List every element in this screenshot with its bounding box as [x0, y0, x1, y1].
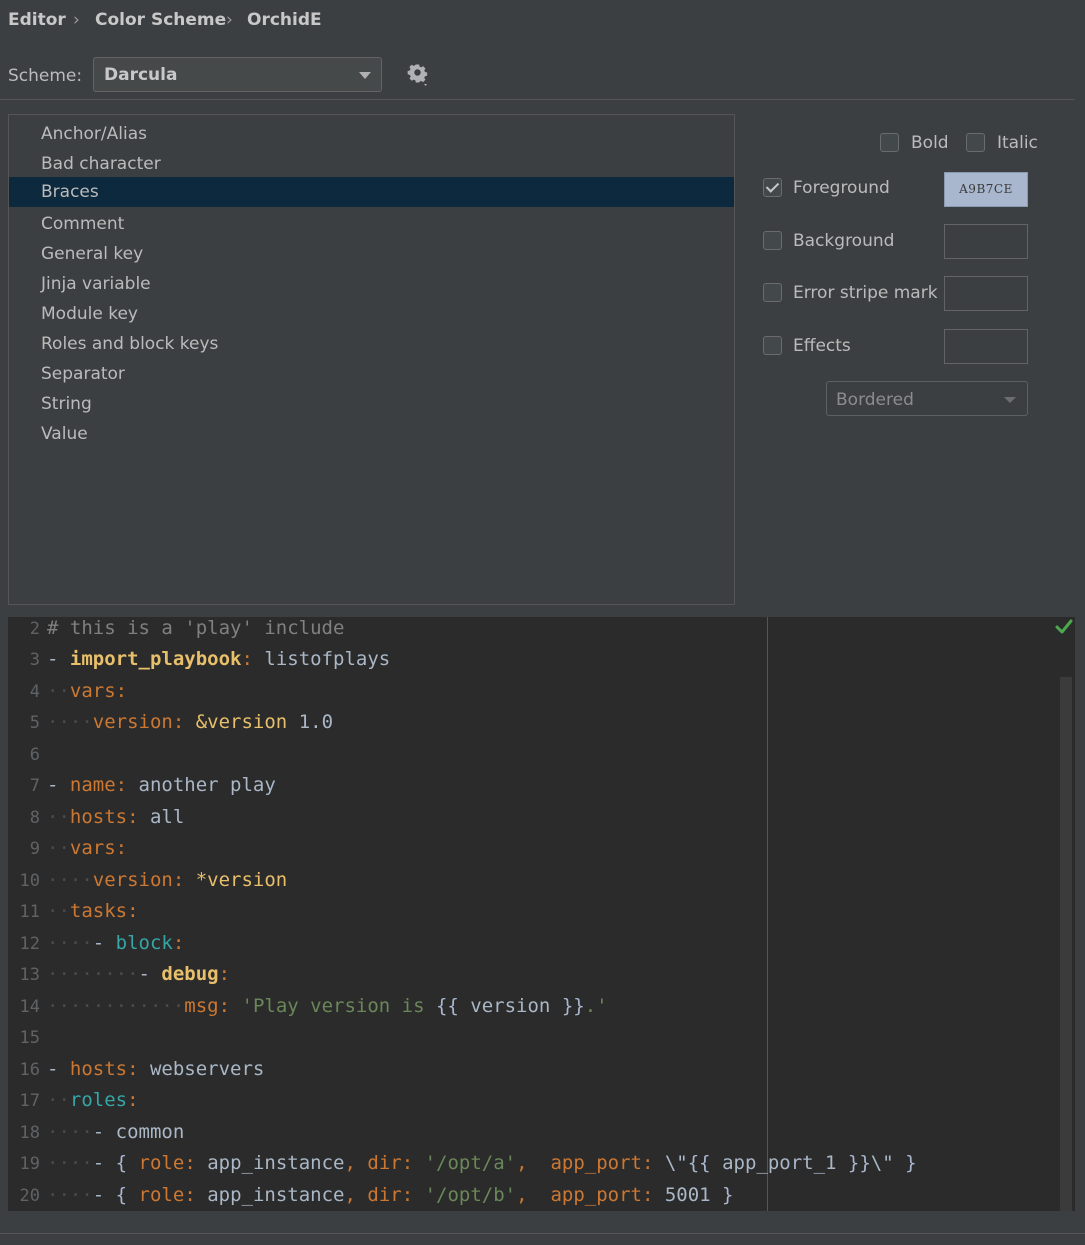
line-number: 5: [29, 713, 40, 733]
code-line: # this is a 'play' include: [47, 617, 344, 639]
chevron-down-icon: [359, 72, 371, 79]
bold-checkbox[interactable]: [880, 133, 899, 152]
code-line: ····- block:: [47, 932, 185, 954]
scrollbar[interactable]: [1060, 677, 1072, 1211]
block-key-token: block: [115, 932, 173, 954]
line-number: 7: [29, 776, 40, 796]
list-item-selected[interactable]: Braces: [9, 177, 734, 207]
bold-label: Bold: [911, 133, 949, 153]
scheme-dropdown-value: Darcula: [104, 65, 178, 85]
breadcrumb-orchide: OrchidE: [247, 10, 322, 30]
breadcrumb-editor[interactable]: Editor: [8, 10, 66, 30]
line-number: 2: [29, 619, 40, 639]
code-line: - import_playbook: listofplays: [47, 648, 391, 670]
code-line: ····version: *version: [47, 869, 288, 891]
breadcrumb-separator: ›: [226, 10, 233, 30]
code-line: ··vars:: [47, 680, 128, 702]
code-line: ········- debug:: [47, 963, 231, 985]
effects-checkbox[interactable]: [763, 336, 782, 355]
breadcrumb-color-scheme[interactable]: Color Scheme: [95, 10, 226, 30]
list-item[interactable]: General key: [9, 239, 734, 269]
line-number: 10: [19, 871, 40, 891]
background-label: Background: [793, 231, 895, 251]
line-number: 18: [19, 1123, 40, 1143]
divider: [0, 1233, 1085, 1234]
list-item[interactable]: Bad character: [9, 149, 734, 179]
divider: [0, 99, 1075, 100]
code-line: ····version: &version 1.0: [47, 711, 334, 733]
list-item[interactable]: String: [9, 389, 734, 419]
chevron-down-icon: [1004, 397, 1016, 403]
list-item[interactable]: Value: [9, 419, 734, 449]
gear-icon[interactable]: [406, 62, 432, 88]
error-stripe-color-swatch[interactable]: [944, 276, 1028, 311]
line-number: 14: [19, 997, 40, 1017]
foreground-color-value: A9B7CE: [959, 182, 1013, 196]
foreground-label: Foreground: [793, 178, 890, 198]
line-number: 9: [29, 839, 40, 859]
effects-color-swatch[interactable]: [944, 329, 1028, 364]
line-number: 16: [19, 1060, 40, 1080]
braces-token: }}: [561, 995, 585, 1017]
line-number: 12: [19, 934, 40, 954]
effects-type-value: Bordered: [836, 390, 914, 410]
error-stripe-checkbox[interactable]: [763, 283, 782, 302]
roles-key-token: roles: [69, 1089, 128, 1111]
background-checkbox[interactable]: [763, 231, 782, 250]
line-number: 19: [19, 1154, 40, 1174]
effects-label: Effects: [793, 336, 851, 356]
code-line: ············msg: 'Play version is {{ ver…: [47, 995, 608, 1017]
line-number: 8: [29, 808, 40, 828]
line-number: 11: [19, 902, 40, 922]
list-item[interactable]: Roles and block keys: [9, 329, 734, 359]
list-item[interactable]: Comment: [9, 209, 734, 239]
effects-type-dropdown[interactable]: Bordered: [826, 381, 1028, 416]
error-stripe-label: Error stripe mark: [793, 283, 938, 303]
list-item[interactable]: Separator: [9, 359, 734, 389]
line-number: 13: [19, 965, 40, 985]
code-line: ··roles:: [47, 1089, 139, 1111]
no-problems-check-icon: [1054, 617, 1074, 637]
module-key-token: debug: [161, 963, 219, 985]
breadcrumb-separator: ›: [73, 10, 80, 30]
line-number: 3: [29, 650, 40, 670]
module-key-token: import_playbook: [69, 648, 242, 670]
code-line: ····- { role: app_instance, dir: '/opt/b…: [47, 1184, 734, 1206]
line-number: 6: [29, 745, 40, 765]
list-item[interactable]: Module key: [9, 299, 734, 329]
scheme-dropdown[interactable]: Darcula: [93, 57, 382, 92]
line-number: 15: [19, 1028, 40, 1048]
braces-token: {{: [435, 995, 459, 1017]
comment-token: # this is a 'play' include: [47, 617, 345, 639]
anchor-token: &version: [195, 711, 288, 733]
code-line: - name: another play: [47, 774, 276, 796]
code-line: ····- common: [47, 1121, 185, 1143]
code-line: ····- { role: app_instance, dir: '/opt/a…: [47, 1152, 917, 1174]
alias-token: *version: [195, 869, 288, 891]
line-number: 4: [29, 682, 40, 702]
right-margin-guide: [767, 617, 768, 1211]
list-item[interactable]: Jinja variable: [9, 269, 734, 299]
line-number: 20: [19, 1186, 40, 1206]
code-line: ··vars:: [47, 837, 128, 859]
attributes-list[interactable]: Anchor/Alias Bad character Braces Commen…: [8, 114, 735, 605]
background-color-swatch[interactable]: [944, 224, 1028, 259]
code-line: ··hosts: all: [47, 806, 185, 828]
preview-editor[interactable]: 2 3 4 5 6 7 8 9 10 11 12 13 14 15 16 17 …: [8, 617, 1075, 1211]
code-line: - hosts: webservers: [47, 1058, 265, 1080]
italic-checkbox[interactable]: [966, 133, 985, 152]
foreground-color-swatch[interactable]: A9B7CE: [944, 172, 1028, 207]
italic-label: Italic: [997, 133, 1038, 153]
scheme-label: Scheme:: [8, 66, 83, 86]
foreground-checkbox[interactable]: [763, 178, 782, 197]
code-line: ··tasks:: [47, 900, 139, 922]
list-item[interactable]: Anchor/Alias: [9, 119, 734, 149]
line-number: 17: [19, 1091, 40, 1111]
